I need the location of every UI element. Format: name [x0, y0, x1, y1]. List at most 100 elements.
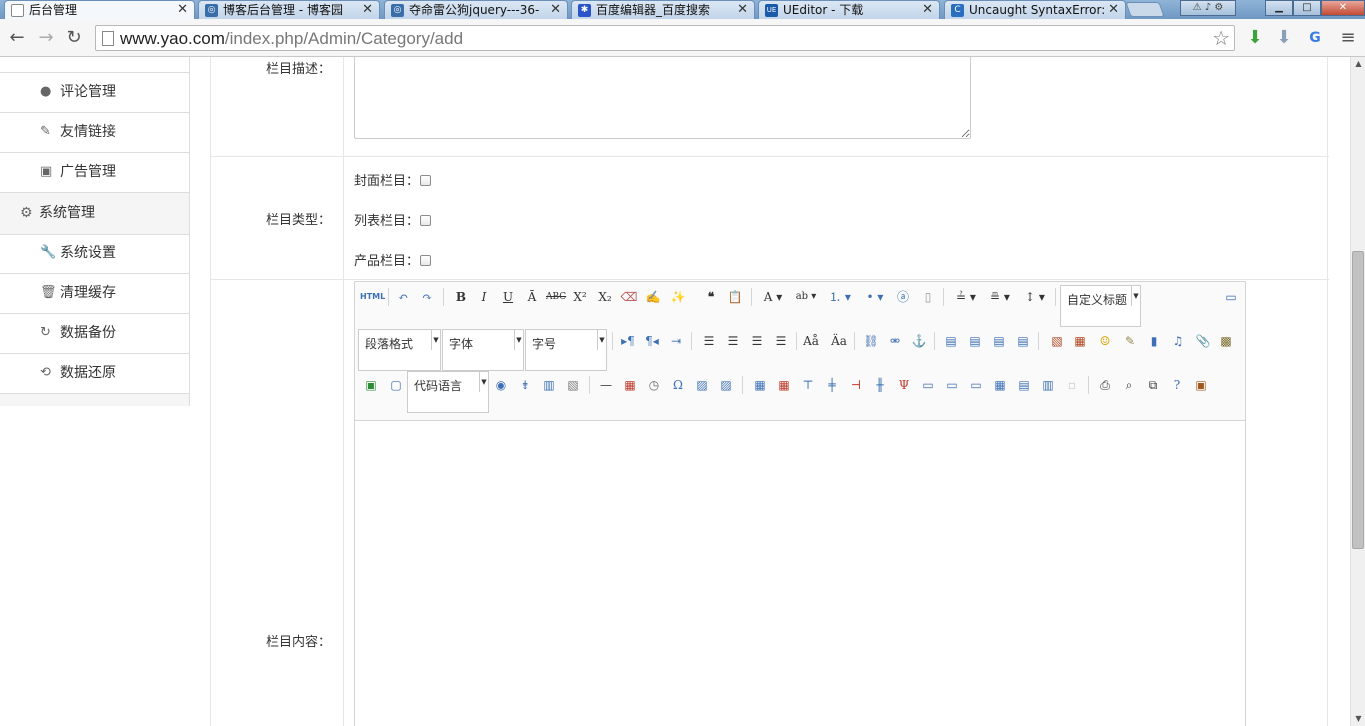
- sidebar-item-backup[interactable]: ↻ 数据备份: [0, 314, 189, 354]
- background-color-icon[interactable]: ab ▾: [791, 287, 821, 307]
- font-color-icon[interactable]: A ▾: [758, 287, 788, 307]
- special-chars-icon[interactable]: Ω: [668, 375, 688, 395]
- unlink-icon[interactable]: ⚮: [885, 331, 905, 351]
- preview-icon[interactable]: ⌕: [1119, 375, 1139, 395]
- tab-admin[interactable]: 后台管理 ✕: [4, 0, 195, 19]
- delete-row-icon[interactable]: ⊣: [846, 375, 866, 395]
- translate-icon[interactable]: G: [1304, 27, 1326, 49]
- scroll-up-icon[interactable]: ▲: [1351, 57, 1365, 71]
- clear-document-icon[interactable]: ▯: [918, 287, 938, 307]
- tab-cnblogs-jquery[interactable]: ◎ 夺命雷公狗jquery---36- ✕: [384, 0, 568, 19]
- row-spacing-top-icon[interactable]: ≟ ▾: [951, 287, 981, 307]
- map-icon[interactable]: ▩: [1216, 331, 1236, 351]
- rtl-icon[interactable]: ¶◂: [642, 331, 662, 351]
- image-left-icon[interactable]: ▤: [965, 331, 985, 351]
- sidebar-item-clear-cache[interactable]: 🗑 清理缓存: [0, 274, 189, 314]
- undo-icon[interactable]: ↶: [393, 287, 413, 307]
- bold-icon[interactable]: B: [451, 287, 471, 307]
- time-icon[interactable]: ◷: [644, 375, 664, 395]
- page-scrollbar[interactable]: ▲ ▼: [1350, 57, 1365, 726]
- drafts-icon[interactable]: ▣: [1191, 375, 1211, 395]
- font-border-icon[interactable]: Ā: [522, 287, 542, 307]
- emotion-icon[interactable]: ☺: [1095, 331, 1115, 351]
- italic-icon[interactable]: I: [474, 287, 494, 307]
- editor-content-area[interactable]: [355, 421, 1245, 726]
- tab-syntax-error[interactable]: C Uncaught SyntaxError: ✕: [944, 0, 1126, 19]
- background-icon[interactable]: ▧: [563, 375, 583, 395]
- select-all-icon[interactable]: ⓐ: [893, 287, 913, 307]
- image-none-icon[interactable]: ▤: [941, 331, 961, 351]
- subscript-icon[interactable]: X₂: [595, 287, 615, 307]
- merge-cells-icon[interactable]: ▭: [918, 375, 938, 395]
- split-cols-icon[interactable]: ▥: [1038, 375, 1058, 395]
- paragraph-format-select[interactable]: 段落格式 ▼: [358, 329, 441, 371]
- split-rows-icon[interactable]: ▤: [1014, 375, 1034, 395]
- chart-icon[interactable]: ▫: [1062, 375, 1082, 395]
- close-icon[interactable]: ✕: [922, 1, 933, 19]
- insert-frame-icon[interactable]: ▣: [361, 375, 381, 395]
- underline-icon[interactable]: U: [498, 287, 518, 307]
- close-icon[interactable]: ✕: [362, 1, 373, 19]
- list-checkbox[interactable]: [420, 215, 432, 226]
- paste-plain-icon[interactable]: 📋: [725, 287, 745, 307]
- custom-heading-select[interactable]: 自定义标题 ▼: [1060, 285, 1141, 327]
- font-family-select[interactable]: 字体 ▼: [442, 329, 524, 371]
- indent-icon[interactable]: ⇥: [666, 331, 686, 351]
- format-painter-icon[interactable]: ✍: [643, 287, 663, 307]
- merge-down-icon[interactable]: ▭: [966, 375, 986, 395]
- html-source-button[interactable]: HTML: [360, 287, 385, 307]
- split-cells-icon[interactable]: ▦: [990, 375, 1010, 395]
- forward-button[interactable]: →: [35, 27, 57, 49]
- sidebar-item-ads[interactable]: ▣ 广告管理: [0, 153, 189, 193]
- sidebar-item-settings[interactable]: 🔧 系统设置: [0, 234, 189, 274]
- scrawl-icon[interactable]: ✎: [1120, 331, 1140, 351]
- print-icon[interactable]: ⎙: [1095, 375, 1115, 395]
- pagebreak-icon[interactable]: ⇟: [515, 375, 535, 395]
- download-arrow-icon[interactable]: ⬇: [1273, 27, 1295, 49]
- merge-right-icon[interactable]: ▭: [942, 375, 962, 395]
- code-language-select[interactable]: 代码语言 ▼: [407, 371, 489, 413]
- unordered-list-icon[interactable]: • ▾: [860, 287, 890, 307]
- bookmark-star-icon[interactable]: ☆: [1212, 26, 1230, 50]
- close-icon[interactable]: ✕: [177, 1, 188, 19]
- delete-col-icon[interactable]: Ψ: [894, 375, 914, 395]
- insert-image-icon[interactable]: ▧: [1047, 331, 1067, 351]
- cover-checkbox[interactable]: [420, 175, 432, 186]
- sidebar-item-links[interactable]: ✎ 友情链接: [0, 113, 189, 153]
- description-textarea[interactable]: [354, 57, 971, 139]
- insert-table-icon[interactable]: ▦: [750, 375, 770, 395]
- insert-video-icon[interactable]: ▮: [1144, 331, 1164, 351]
- superscript-icon[interactable]: X²: [570, 287, 590, 307]
- insert-paragraph-before-table-icon[interactable]: ⊤: [798, 375, 818, 395]
- fullscreen-icon[interactable]: ▭: [1221, 287, 1241, 307]
- attachment-icon[interactable]: 📎: [1193, 331, 1213, 351]
- image-center-icon[interactable]: ▤: [1013, 331, 1033, 351]
- tab-ueditor-download[interactable]: UE UEditor - 下载 ✕: [758, 0, 940, 19]
- sidebar-item-partial[interactable]: ▬: [0, 57, 189, 73]
- remove-format-icon[interactable]: ⌫: [619, 287, 639, 307]
- ordered-list-icon[interactable]: ⒈ ▾: [825, 287, 855, 307]
- ltr-icon[interactable]: ▸¶: [618, 331, 638, 351]
- auto-typeset-icon[interactable]: ✨: [668, 287, 688, 307]
- maximize-button[interactable]: □: [1293, 0, 1321, 16]
- tab-cnblogs-admin[interactable]: ◎ 博客后台管理 - 博客园 ✕: [198, 0, 380, 19]
- sidebar-item-restore[interactable]: ⟲ 数据还原: [0, 354, 189, 394]
- scroll-down-icon[interactable]: ▼: [1351, 712, 1365, 726]
- close-icon[interactable]: ✕: [550, 1, 561, 19]
- delete-table-icon[interactable]: ▦: [774, 375, 794, 395]
- font-size-select[interactable]: 字号 ▼: [525, 329, 607, 371]
- tab-baidu-search[interactable]: ✱ 百度编辑器_百度搜索 ✕: [571, 0, 755, 19]
- scrollbar-thumb[interactable]: [1352, 251, 1364, 549]
- window-close-button[interactable]: ✕: [1321, 0, 1365, 16]
- align-right-icon[interactable]: ☰: [747, 331, 767, 351]
- help-icon[interactable]: ?: [1167, 375, 1187, 395]
- multi-image-icon[interactable]: ▦: [1070, 331, 1090, 351]
- wordimage-icon[interactable]: ▨: [692, 375, 712, 395]
- sidebar-item-comments[interactable]: ● 评论管理: [0, 73, 189, 113]
- insert-code-icon[interactable]: ▢: [386, 375, 406, 395]
- minimize-button[interactable]: ▁: [1265, 0, 1293, 16]
- strikethrough-icon[interactable]: ABC: [546, 287, 566, 307]
- address-bar[interactable]: www.yao.com/index.php/Admin/Category/add…: [95, 25, 1235, 51]
- lowercase-icon[interactable]: Äa: [829, 331, 849, 351]
- url-text[interactable]: www.yao.com/index.php/Admin/Category/add: [120, 28, 463, 50]
